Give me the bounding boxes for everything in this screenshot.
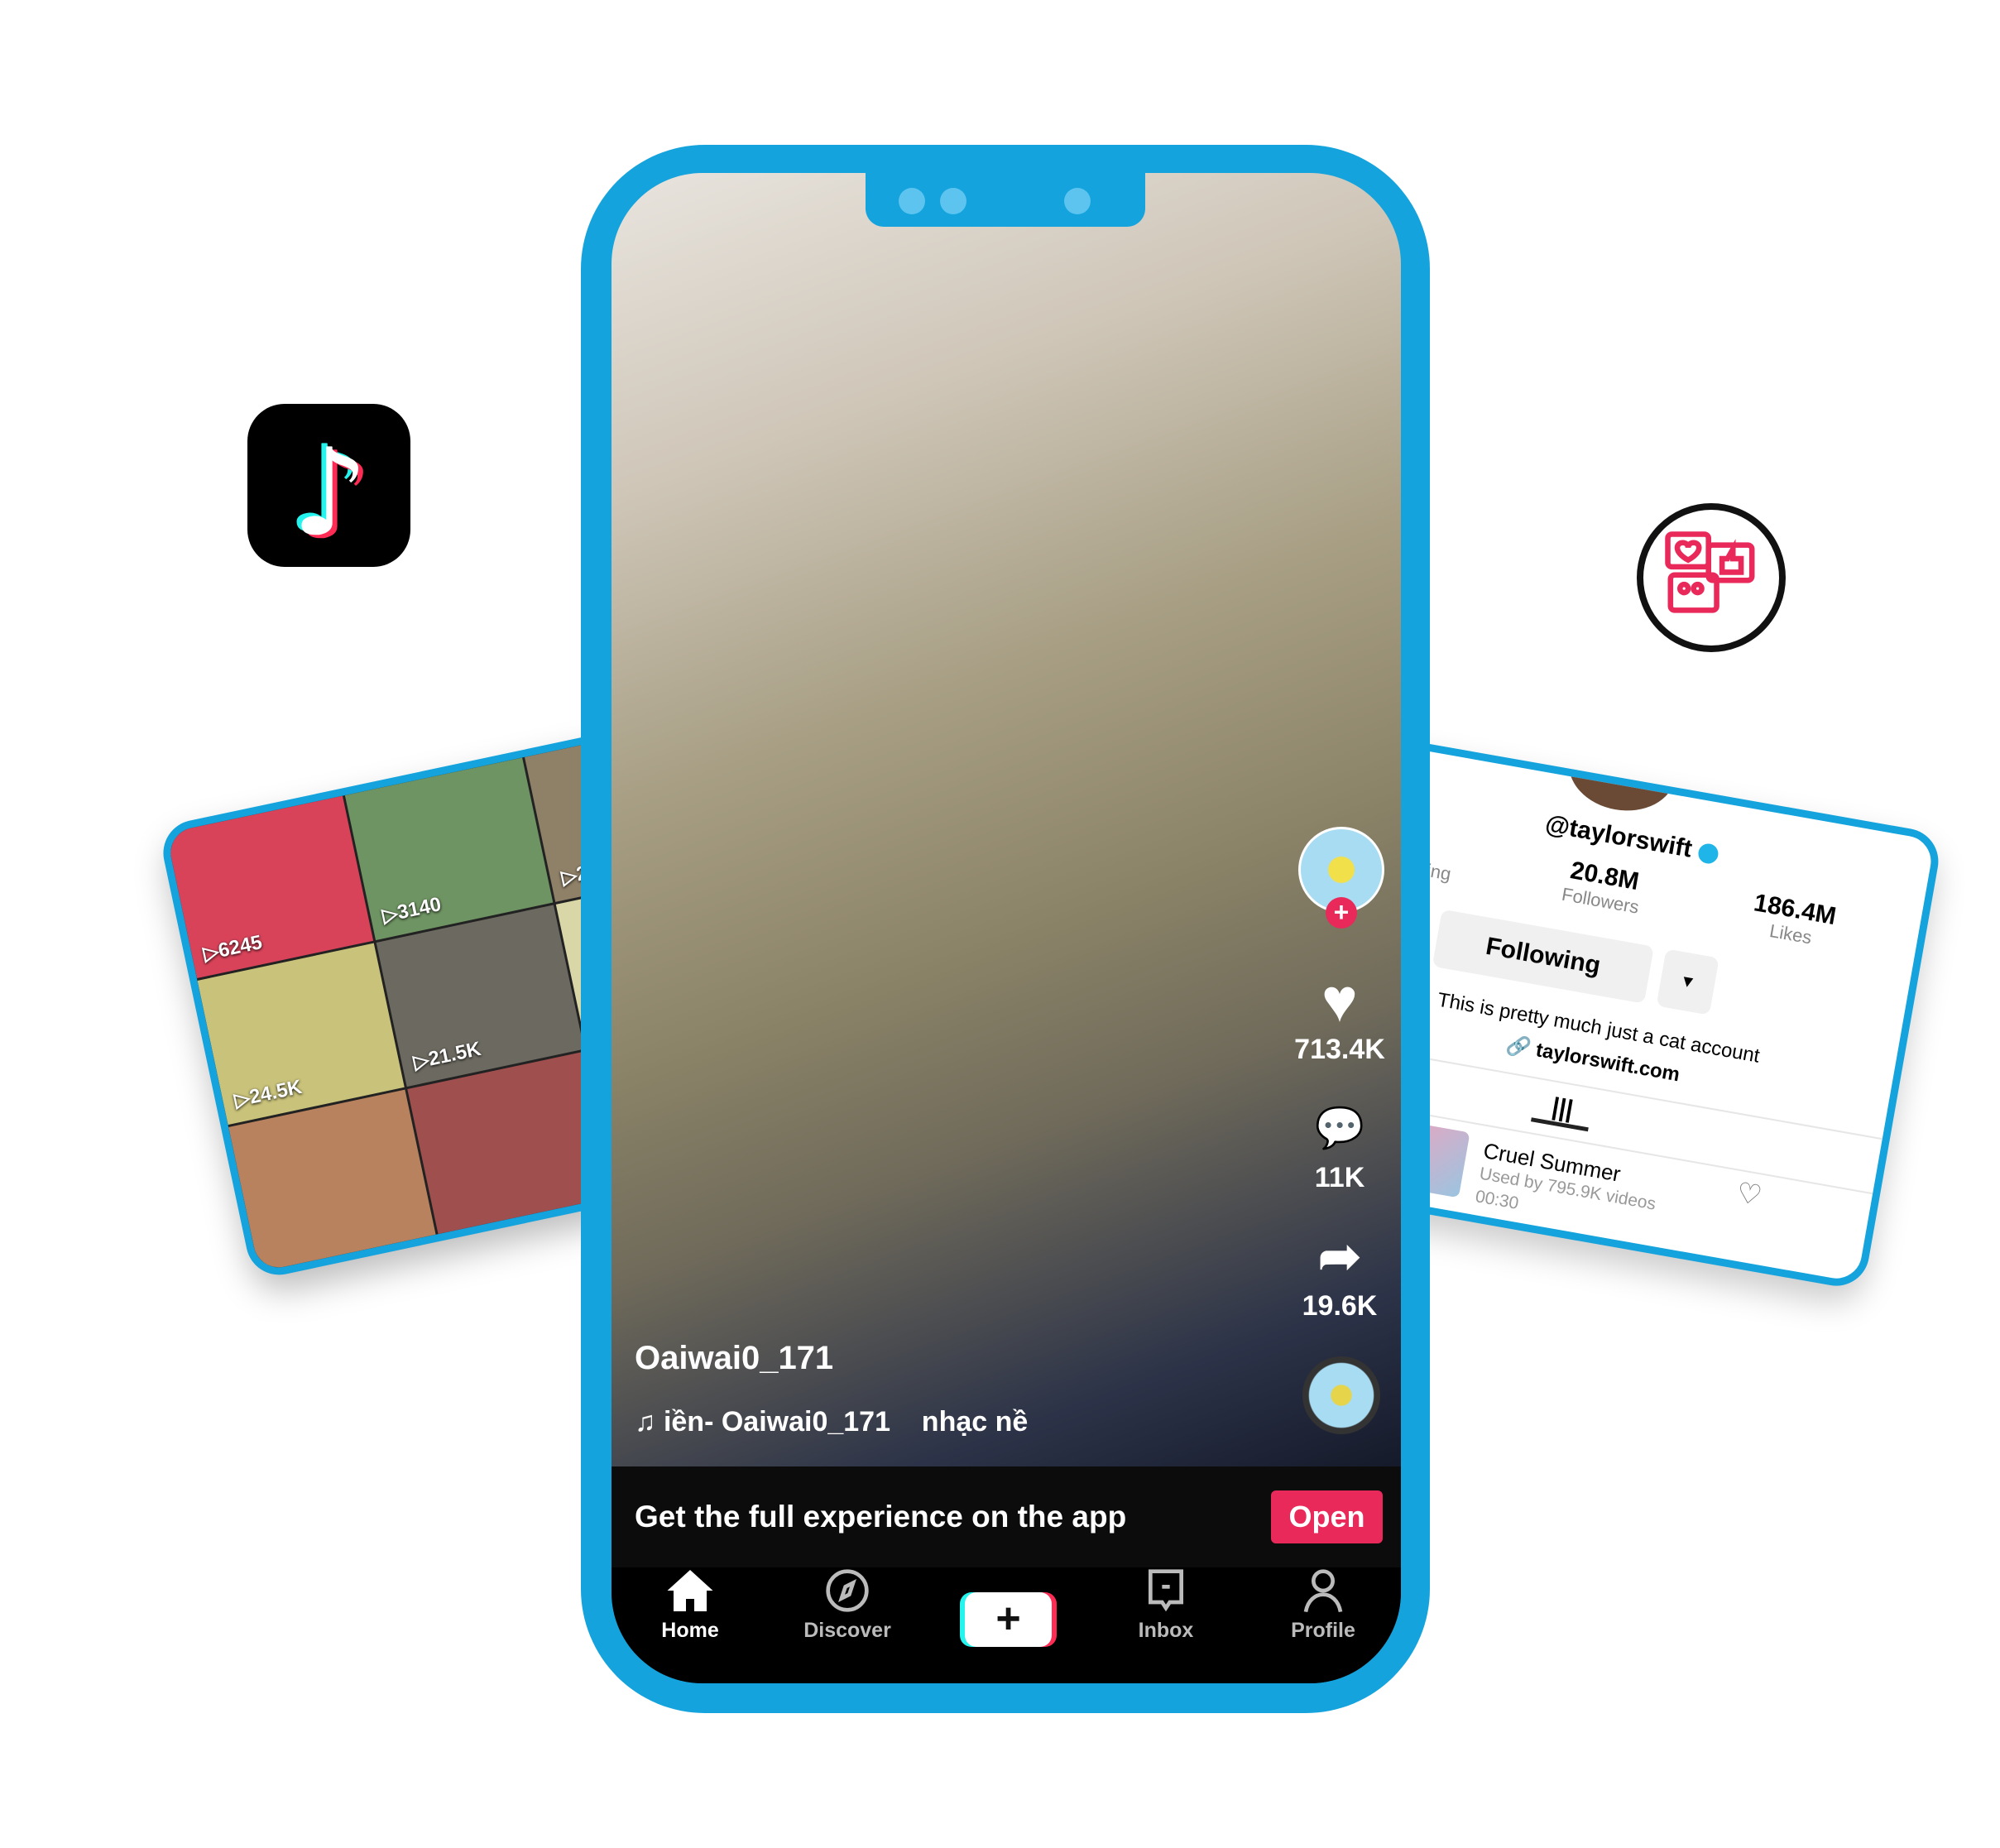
view-count: ▷6245 [201, 930, 265, 966]
svg-text:♪: ♪ [291, 424, 368, 564]
view-count: ▷3140 [380, 892, 444, 928]
person-icon [1303, 1569, 1343, 1613]
nav-profile[interactable]: Profile [1245, 1567, 1401, 1643]
nav-home[interactable]: Home [612, 1567, 769, 1643]
nav-discover[interactable]: Discover [769, 1567, 926, 1643]
share-button[interactable]: ➦ 19.6K [1290, 1224, 1389, 1322]
view-count: ▷24.5K [232, 1076, 305, 1112]
caret-down-icon: ▼ [1677, 971, 1698, 993]
follow-plus-icon[interactable]: + [1326, 897, 1357, 929]
comment-button[interactable]: 💬 11K [1290, 1096, 1389, 1194]
open-app-banner: Get the full experience on the app Open [612, 1466, 1401, 1567]
comment-count: 11K [1314, 1162, 1365, 1193]
video-player[interactable]: + ♥ 713.4K 💬 11K ➦ 19.6K Oaiwai0_171 ♫ iền-… [612, 173, 1401, 1683]
share-count: 19.6K [1302, 1290, 1378, 1322]
video-username[interactable]: Oaiwai0_171 [635, 1340, 833, 1377]
dropdown-button[interactable]: ▼ [1656, 948, 1719, 1015]
music-info[interactable]: ♫ iền- Oaiwai0_171 nhạc nề [635, 1406, 1028, 1438]
nav-inbox[interactable]: Inbox [1087, 1567, 1245, 1643]
tiktok-logo-icon: ♪ ♪ ♪ [247, 404, 410, 567]
avatar [1561, 728, 1683, 819]
like-count: 713.4K [1294, 1034, 1385, 1065]
music-disc-icon[interactable] [1302, 1356, 1380, 1434]
phone-mockup: + ♥ 713.4K 💬 11K ➦ 19.6K Oaiwai0_171 ♫ iền-… [581, 145, 1430, 1713]
favorite-heart-icon[interactable]: ♡ [1734, 1176, 1765, 1213]
heart-icon: ♥ [1321, 966, 1358, 1034]
stat-followers[interactable]: 20.8M Followers [1560, 856, 1645, 918]
following-button[interactable]: Following [1432, 909, 1654, 1004]
compass-icon [826, 1569, 869, 1612]
open-button[interactable]: Open [1271, 1490, 1383, 1543]
phone-notch [866, 173, 1145, 227]
banner-text: Get the full experience on the app [635, 1500, 1127, 1534]
verified-icon [1696, 842, 1720, 866]
create-button[interactable]: + [965, 1592, 1052, 1647]
home-icon [667, 1570, 713, 1611]
inbox-icon [1149, 1569, 1183, 1612]
social-engagement-icon [1637, 503, 1786, 652]
share-arrow-icon: ➦ [1318, 1228, 1361, 1285]
view-count: ▷21.5K [411, 1038, 483, 1074]
songs-tab-icon[interactable]: ||| [1530, 1089, 1594, 1132]
song-duration: 00:30 [1474, 1187, 1521, 1213]
plus-icon: + [995, 1595, 1021, 1643]
comment-icon: 💬 [1315, 1106, 1365, 1150]
like-button[interactable]: ♥ 713.4K [1290, 967, 1389, 1066]
stat-likes: 186.4M Likes [1752, 889, 1839, 948]
